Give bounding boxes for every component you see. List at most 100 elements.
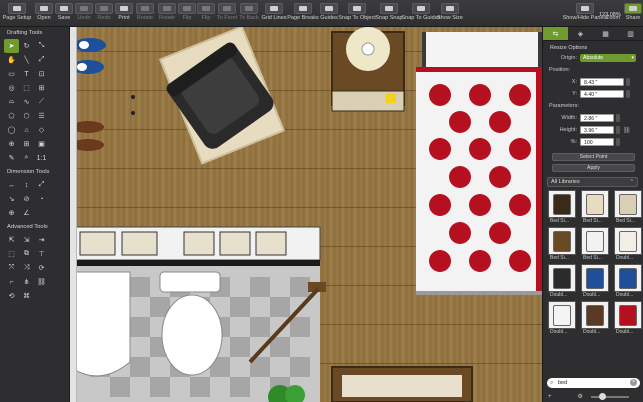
drafting-tool-4-icon[interactable]: ✋	[4, 53, 19, 67]
toolbar-button-10[interactable]: To Front	[216, 0, 238, 27]
advanced-tool-13-icon[interactable]: ⋔	[19, 275, 34, 289]
toolbar-button-20[interactable]: 123.08% Zoom	[599, 0, 623, 27]
drafting-tool-23-icon[interactable]	[49, 109, 64, 123]
advanced-tool-3-icon[interactable]	[49, 233, 64, 247]
advanced-tool-8-icon[interactable]: ⤧	[4, 261, 19, 275]
drawing-canvas[interactable]	[70, 27, 542, 402]
dimension-tool-1-icon[interactable]: ↕	[19, 178, 34, 192]
advanced-tool-7-icon[interactable]	[49, 247, 64, 261]
zoom-value[interactable]: 123.08%	[599, 12, 621, 18]
library-item[interactable]: Bed Si...	[581, 227, 609, 262]
toolbar-button-7[interactable]: Rotate	[156, 0, 178, 27]
drafting-tool-5-icon[interactable]: ╲	[19, 53, 34, 67]
plant[interactable]	[268, 385, 305, 402]
drafting-tool-24-icon[interactable]: ◯	[4, 123, 19, 137]
shoes-blue[interactable]	[72, 38, 106, 74]
wall[interactable]	[70, 226, 321, 266]
drafting-tool-12-icon[interactable]: ◎	[4, 81, 19, 95]
drafting-tool-13-icon[interactable]: ⬚	[19, 81, 34, 95]
size-slider[interactable]	[590, 392, 629, 400]
library-item[interactable]: Doubl...	[614, 227, 642, 262]
width-stepper[interactable]	[616, 114, 620, 122]
advanced-tool-11-icon[interactable]	[49, 261, 64, 275]
tab-layers[interactable]: ◈	[568, 27, 593, 40]
library-item[interactable]: Bed Si...	[614, 190, 642, 225]
drafting-tool-31-icon[interactable]	[49, 137, 64, 151]
width-field[interactable]: 2.86 "	[580, 114, 614, 122]
advanced-tool-1-icon[interactable]: ⇲	[19, 233, 34, 247]
drafting-tool-8-icon[interactable]: ▭	[4, 67, 19, 81]
dimension-tool-0-icon[interactable]: ↔	[4, 178, 19, 192]
library-item[interactable]: Doubl...	[614, 264, 642, 299]
tab-geometry[interactable]: ⇆	[543, 27, 568, 40]
toolbar-button-13[interactable]: Page Breaks	[287, 0, 319, 27]
toolbar-button-4[interactable]: Redo	[94, 0, 114, 27]
drafting-tool-18-icon[interactable]: ⟋	[34, 95, 49, 109]
drafting-tool-28-icon[interactable]: ⊕	[4, 137, 19, 151]
dimension-tool-2-icon[interactable]: ⤢	[34, 178, 49, 192]
library-item[interactable]: Bed Si...	[548, 227, 576, 262]
drafting-tool-2-icon[interactable]: ⤡	[34, 39, 49, 53]
height-field[interactable]: 3.96 "	[580, 126, 614, 134]
drafting-tool-6-icon[interactable]: ⤢	[34, 53, 49, 67]
tab-table[interactable]: ▦	[593, 27, 618, 40]
drafting-tool-17-icon[interactable]: ∿	[19, 95, 34, 109]
toolbar-button-12[interactable]: Grid Lines	[260, 0, 288, 27]
library-item[interactable]: Doubl...	[614, 301, 642, 336]
library-item[interactable]: Bed Si...	[548, 190, 576, 225]
dimension-tool-6-icon[interactable]: ◔	[34, 192, 49, 206]
toolbar-button-5[interactable]: Print	[114, 0, 134, 27]
dimension-tool-10-icon[interactable]	[34, 206, 49, 220]
drafting-tool-11-icon[interactable]	[49, 67, 64, 81]
drafting-tool-32-icon[interactable]: ✎	[4, 151, 19, 165]
advanced-tool-6-icon[interactable]: ⊤	[34, 247, 49, 261]
advanced-tool-18-icon[interactable]	[34, 289, 49, 303]
toolbar-button-19[interactable]: Show/Hide Panels	[563, 0, 607, 27]
advanced-tool-9-icon[interactable]: ⤨	[19, 261, 34, 275]
dimension-tool-4-icon[interactable]: ↘	[4, 192, 19, 206]
dimension-tool-11-icon[interactable]	[49, 206, 64, 220]
toolbar-button-9[interactable]: Flip	[196, 0, 216, 27]
drafting-tool-29-icon[interactable]: ⊞	[19, 137, 34, 151]
library-item[interactable]: Doubl...	[581, 301, 609, 336]
drafting-tool-22-icon[interactable]: ☰	[34, 109, 49, 123]
toolbar-button-8[interactable]: Flip	[178, 0, 196, 27]
drafting-tool-21-icon[interactable]: ⬡	[19, 109, 34, 123]
drafting-tool-0-icon[interactable]: ➤	[4, 39, 19, 53]
nightstand[interactable]	[331, 27, 405, 112]
x-stepper[interactable]	[626, 78, 630, 86]
toolbar-button-16[interactable]: Snap Snap	[374, 0, 404, 27]
advanced-tool-2-icon[interactable]: ⇥	[34, 233, 49, 247]
drafting-tool-27-icon[interactable]	[49, 123, 64, 137]
advanced-tool-17-icon[interactable]: ⌘	[19, 289, 34, 303]
toolbar-button-15[interactable]: Snap To Object	[338, 0, 376, 27]
drafting-tool-25-icon[interactable]: ⌂	[19, 123, 34, 137]
y-field[interactable]: 4.40 "	[580, 90, 624, 98]
dimension-tool-7-icon[interactable]	[49, 192, 64, 206]
advanced-tool-16-icon[interactable]: ⟲	[4, 289, 19, 303]
toolbar-button-11[interactable]: To Back	[238, 0, 260, 27]
advanced-tool-4-icon[interactable]: ⬚	[4, 247, 19, 261]
advanced-tool-15-icon[interactable]	[49, 275, 64, 289]
advanced-tool-5-icon[interactable]: ⧉	[19, 247, 34, 261]
bed[interactable]	[416, 32, 542, 295]
add-icon[interactable]: +	[548, 394, 552, 400]
drafting-tool-15-icon[interactable]	[49, 81, 64, 95]
height-stepper[interactable]	[616, 126, 620, 134]
y-stepper[interactable]	[626, 90, 630, 98]
toolbar-button-1[interactable]: Open	[34, 0, 54, 27]
advanced-tool-10-icon[interactable]: ⟳	[34, 261, 49, 275]
toilet[interactable]	[159, 271, 223, 376]
drafting-tool-19-icon[interactable]	[49, 95, 64, 109]
library-item[interactable]: Bed Si...	[581, 190, 609, 225]
percent-stepper[interactable]	[616, 138, 620, 146]
drafting-tool-7-icon[interactable]	[49, 53, 64, 67]
origin-select[interactable]: Absolute	[580, 54, 636, 62]
drafting-tool-33-icon[interactable]: ⌕	[19, 151, 34, 165]
apply-button[interactable]: Apply	[552, 164, 635, 172]
bench[interactable]	[331, 366, 473, 402]
percent-field[interactable]: 100	[580, 138, 614, 146]
library-item[interactable]: Doubl...	[581, 264, 609, 299]
select-point-button[interactable]: Select Point	[552, 153, 635, 161]
toolbar-button-3[interactable]: Undo	[74, 0, 94, 27]
